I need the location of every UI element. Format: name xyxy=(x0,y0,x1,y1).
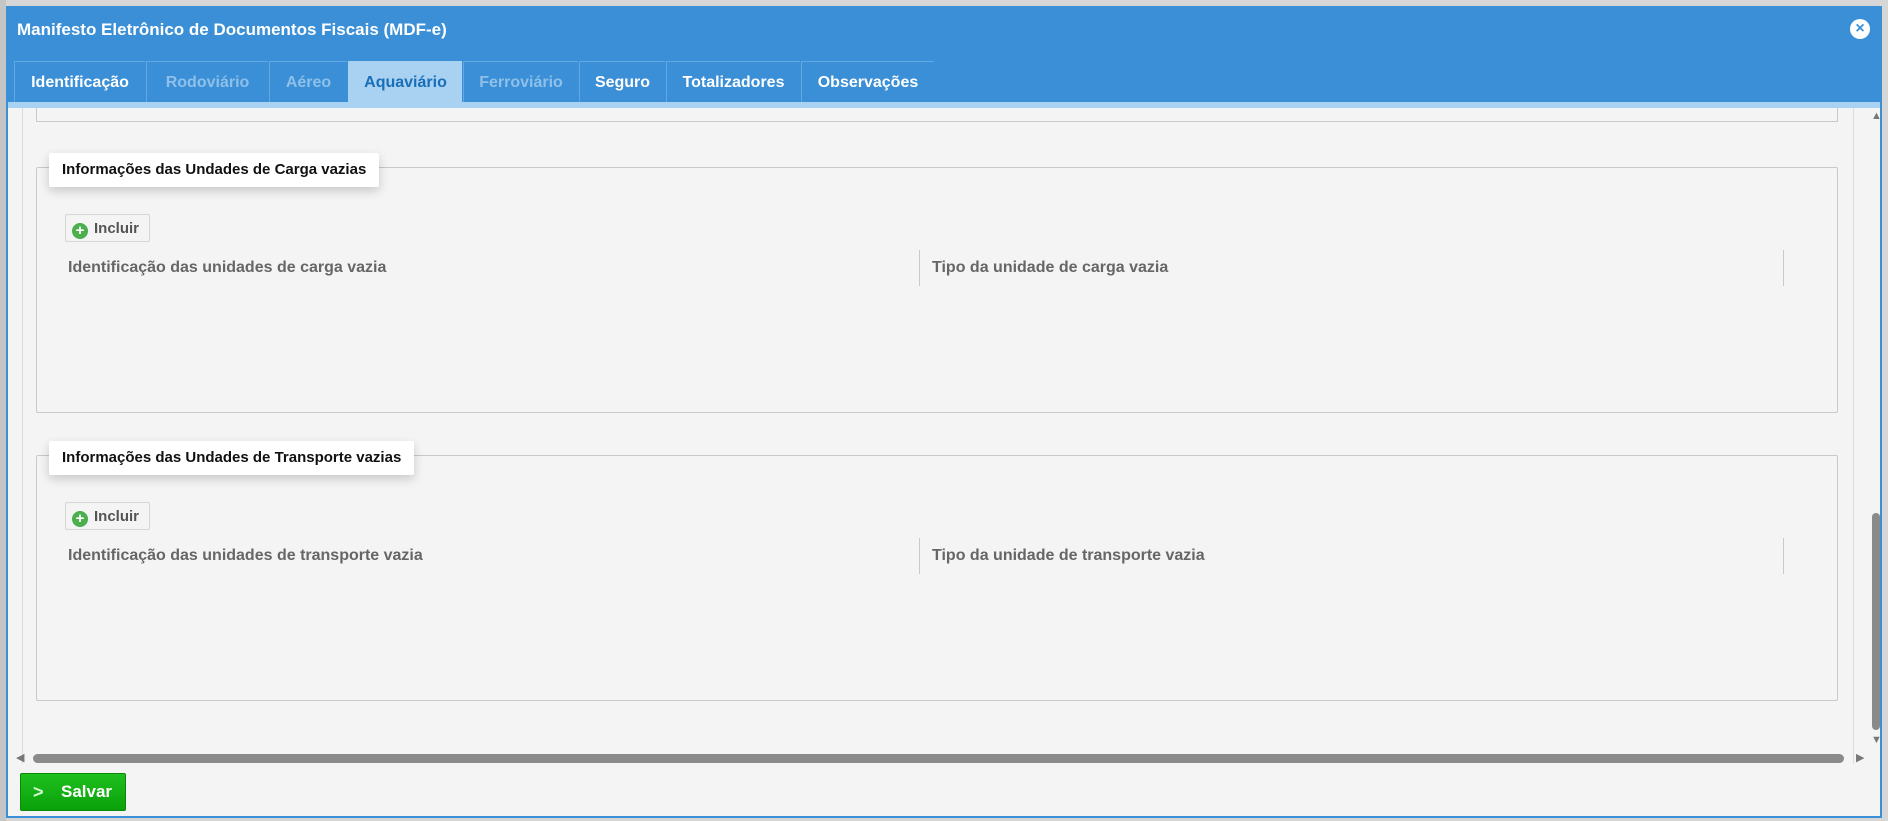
dialog-title: Manifesto Eletrônico de Documentos Fisca… xyxy=(17,20,447,39)
column-header-tipo[interactable]: Tipo da unidade de transporte vazia xyxy=(932,538,1205,574)
tab-aquaviario[interactable]: Aquaviário xyxy=(348,61,462,102)
scroll-up-icon[interactable]: ▲ xyxy=(1871,110,1882,122)
save-button[interactable]: > Salvar xyxy=(20,773,126,811)
section-carga-vazias: Informações das Undades de Carga vazias … xyxy=(36,153,1838,413)
include-carga-button[interactable]: + Incluir xyxy=(65,214,151,242)
section-legend: Informações das Undades de Transporte va… xyxy=(49,441,415,475)
include-transporte-button[interactable]: + Incluir xyxy=(65,502,151,530)
tab-strip: Identificação Rodoviário Aéreo Aquaviári… xyxy=(8,50,1880,108)
horizontal-scrollbar[interactable]: ◀ ▶ xyxy=(16,752,1868,764)
include-label: Incluir xyxy=(94,508,140,525)
column-header-identificacao[interactable]: Identificação das unidades de transporte… xyxy=(68,538,423,574)
horizontal-scroll-thumb[interactable] xyxy=(33,754,1844,763)
plus-circle-icon: + xyxy=(72,223,88,239)
mdfe-dialog: Manifesto Eletrônico de Documentos Fisca… xyxy=(6,6,1882,818)
scroll-down-icon[interactable]: ▼ xyxy=(1871,734,1882,746)
chevron-right-icon: > xyxy=(33,782,44,802)
column-separator xyxy=(919,250,920,286)
scroll-left-icon[interactable]: ◀ xyxy=(16,751,24,764)
vertical-scrollbar[interactable]: ▲ ▼ xyxy=(1870,108,1882,750)
section-transporte-vazias: Informações das Undades de Transporte va… xyxy=(36,441,1838,701)
section-legend: Informações das Undades de Carga vazias xyxy=(49,153,380,187)
vertical-scroll-thumb[interactable] xyxy=(1872,513,1880,730)
column-header-identificacao[interactable]: Identificação das unidades de carga vazi… xyxy=(68,250,386,286)
column-separator xyxy=(919,538,920,574)
close-icon[interactable]: × xyxy=(1850,19,1870,39)
scroll-content: Informações das Undades de Carga vazias … xyxy=(8,108,1870,764)
previous-section-box xyxy=(36,108,1838,122)
save-label: Salvar xyxy=(61,782,113,801)
plus-circle-icon: + xyxy=(72,511,88,527)
column-separator xyxy=(1783,538,1784,574)
tab-totalizadores[interactable]: Totalizadores xyxy=(666,61,800,102)
tab-ferroviario[interactable]: Ferroviário xyxy=(463,61,578,102)
tab-observacoes[interactable]: Observações xyxy=(801,61,934,102)
scroll-right-icon[interactable]: ▶ xyxy=(1856,751,1864,764)
tab-aereo[interactable]: Aéreo xyxy=(269,61,347,102)
include-label: Incluir xyxy=(94,220,140,237)
column-separator xyxy=(1783,250,1784,286)
tab-identificacao[interactable]: Identificação xyxy=(14,61,145,102)
title-bar: Manifesto Eletrônico de Documentos Fisca… xyxy=(8,8,1880,50)
tab-seguro[interactable]: Seguro xyxy=(579,61,665,102)
column-header-tipo[interactable]: Tipo da unidade de carga vazia xyxy=(932,250,1168,286)
tab-rodoviario[interactable]: Rodoviário xyxy=(146,61,268,102)
